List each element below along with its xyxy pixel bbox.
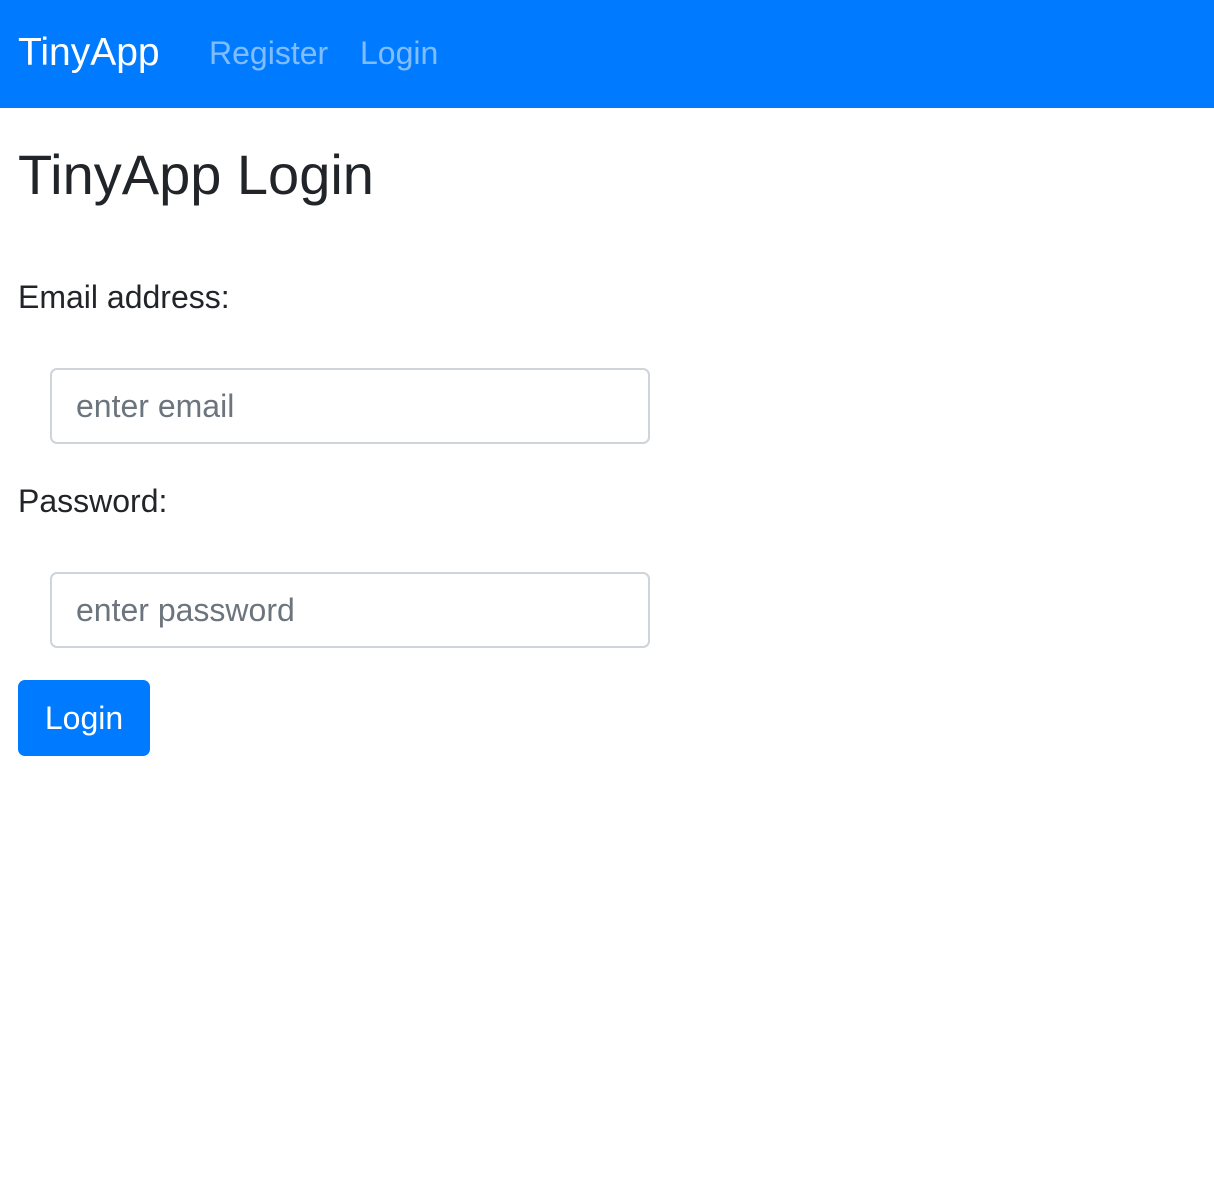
email-field[interactable] xyxy=(50,368,650,444)
top-navbar: TinyApp Register Login xyxy=(0,0,1214,108)
page-title: TinyApp Login xyxy=(18,143,374,206)
login-button[interactable]: Login xyxy=(18,680,150,756)
nav-login-link[interactable]: Login xyxy=(360,34,438,72)
password-field[interactable] xyxy=(50,572,650,648)
email-label: Email address: xyxy=(18,279,230,315)
brand-link[interactable]: TinyApp xyxy=(18,30,160,76)
password-label: Password: xyxy=(18,483,168,519)
nav-register-link[interactable]: Register xyxy=(209,34,328,72)
